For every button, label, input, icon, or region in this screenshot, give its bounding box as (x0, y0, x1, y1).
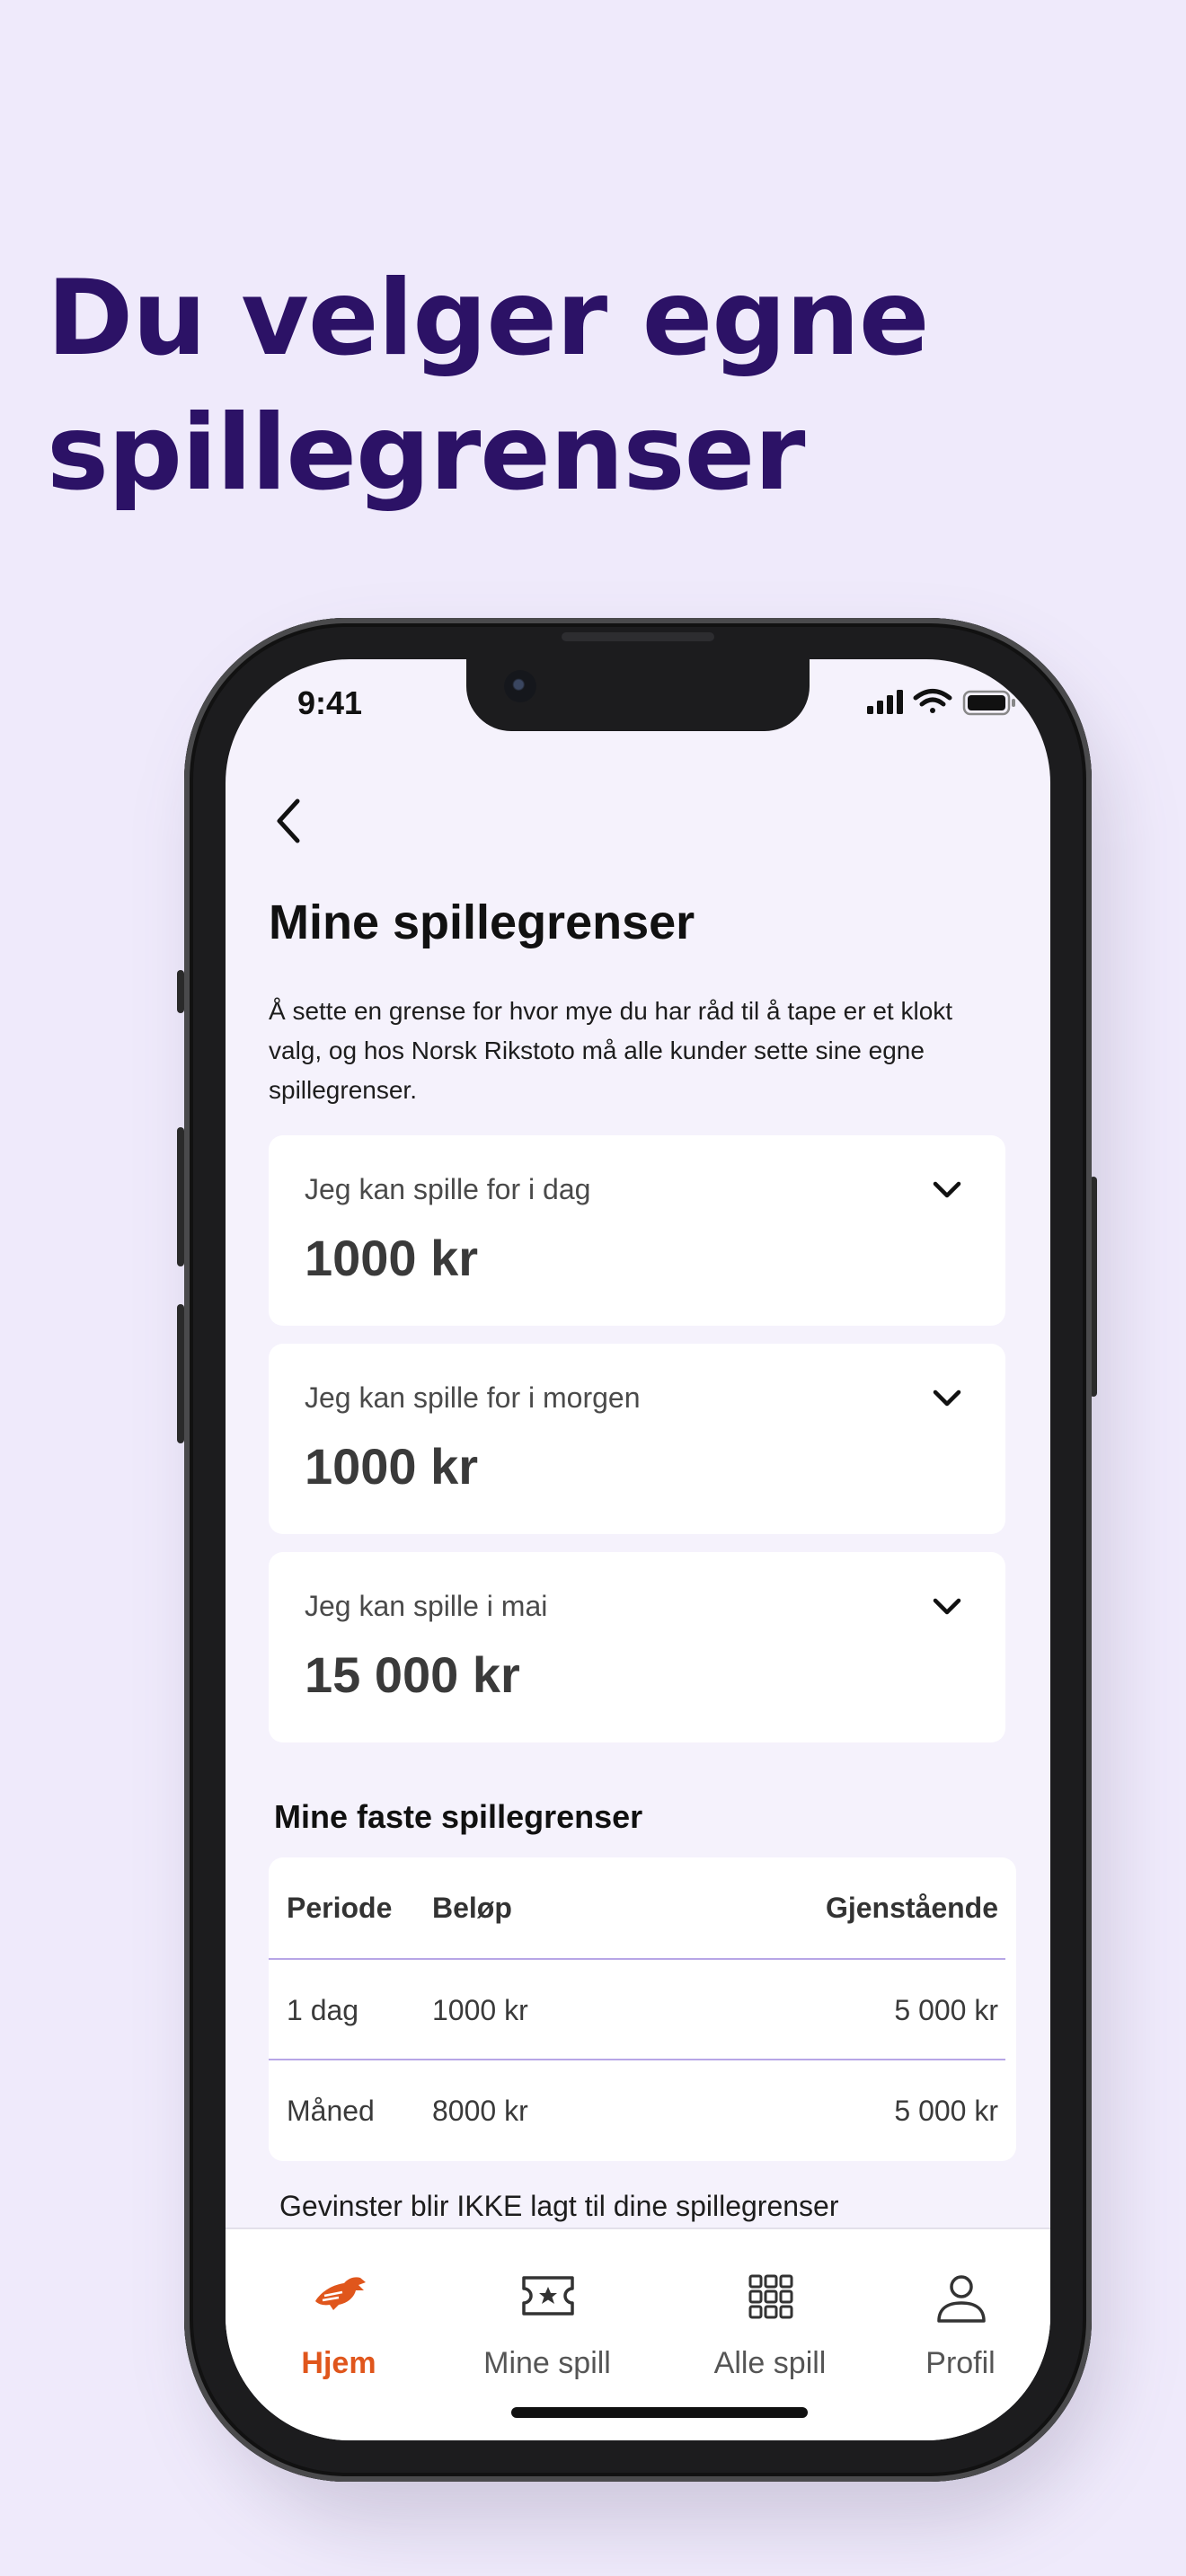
status-time: 9:41 (297, 684, 363, 721)
mute-switch (177, 970, 184, 1013)
phone-frame: 9:41 Mine spillegrenser Å sette en grens… (184, 618, 1092, 2482)
tab-label: Alle spill (713, 2346, 827, 2380)
chevron-down-icon (933, 1598, 961, 1615)
home-indicator (511, 2407, 808, 2418)
limit-value: 1000 kr (305, 1438, 479, 1495)
limit-label: Jeg kan spille for i dag (305, 1173, 591, 1205)
limit-card-tomorrow[interactable]: Jeg kan spille for i morgen 1000 kr (269, 1344, 1005, 1534)
tab-mine-spill[interactable]: Mine spill (457, 2229, 637, 2409)
marketing-headline: Du velger egne spillegrenser (47, 251, 1125, 521)
horse-icon (315, 2277, 366, 2310)
signal-icon (867, 690, 903, 714)
chevron-down-icon (933, 1389, 961, 1407)
front-camera (504, 670, 536, 702)
volume-up-button (177, 1127, 184, 1266)
headline-line-1: Du velger egne (47, 258, 930, 379)
limit-value: 15 000 kr (305, 1646, 520, 1703)
grid-icon (748, 2274, 793, 2319)
fixed-limits-table: Periode Beløp Gjenstående 1 dag 1000 kr … (269, 1857, 1016, 2161)
limit-card-month[interactable]: Jeg kan spille i mai 15 000 kr (269, 1552, 1005, 1742)
battery-icon (962, 690, 1015, 716)
table-row: Måned 8000 kr 5 000 kr (269, 2059, 1005, 2161)
status-icons (867, 689, 1015, 716)
column-header: Beløp (432, 1892, 512, 1924)
table-row: 1 dag 1000 kr 5 000 kr (269, 1958, 1005, 2060)
winnings-note: Gevinster blir IKKE lagt til dine spille… (279, 2190, 839, 2222)
page-title: Mine spillegrenser (269, 895, 695, 949)
notch (466, 659, 810, 731)
fixed-limits-title: Mine faste spillegrenser (274, 1798, 643, 1835)
tab-hjem[interactable]: Hjem (249, 2229, 429, 2409)
column-header: Periode (287, 1892, 393, 1924)
tab-label: Hjem (301, 2346, 376, 2380)
tab-alle-spill[interactable]: Alle spill (680, 2229, 860, 2409)
tab-label: Profil (925, 2346, 996, 2380)
ticket-icon (522, 2276, 574, 2316)
column-header: Gjenstående (825, 1892, 998, 1924)
table-cell: 5 000 kr (894, 2095, 998, 2127)
table-cell: Måned (287, 2095, 375, 2127)
chevron-down-icon (933, 1181, 961, 1198)
person-icon (937, 2275, 986, 2323)
limit-value: 1000 kr (305, 1230, 479, 1286)
headline-line-2: spillegrenser (47, 393, 805, 514)
table-cell: 1 dag (287, 1994, 359, 2026)
volume-down-button (177, 1304, 184, 1443)
tab-profil[interactable]: Profil (871, 2229, 1050, 2409)
earpiece-speaker (562, 632, 714, 641)
limit-card-today[interactable]: Jeg kan spille for i dag 1000 kr (269, 1135, 1005, 1326)
limit-label: Jeg kan spille i mai (305, 1590, 548, 1622)
table-cell: 1000 kr (432, 1994, 528, 2026)
wifi-icon (913, 689, 952, 713)
tab-label: Mine spill (483, 2346, 611, 2380)
table-cell: 5 000 kr (894, 1994, 998, 2026)
phone-screen: 9:41 Mine spillegrenser Å sette en grens… (226, 659, 1050, 2440)
intro-text: Å sette en grense for hvor mye du har rå… (269, 997, 953, 1104)
back-arrow-icon[interactable] (267, 794, 312, 848)
table-header-row: Periode Beløp Gjenstående (269, 1857, 1005, 1958)
table-cell: 8000 kr (432, 2095, 528, 2127)
limit-label: Jeg kan spille for i morgen (305, 1381, 641, 1414)
